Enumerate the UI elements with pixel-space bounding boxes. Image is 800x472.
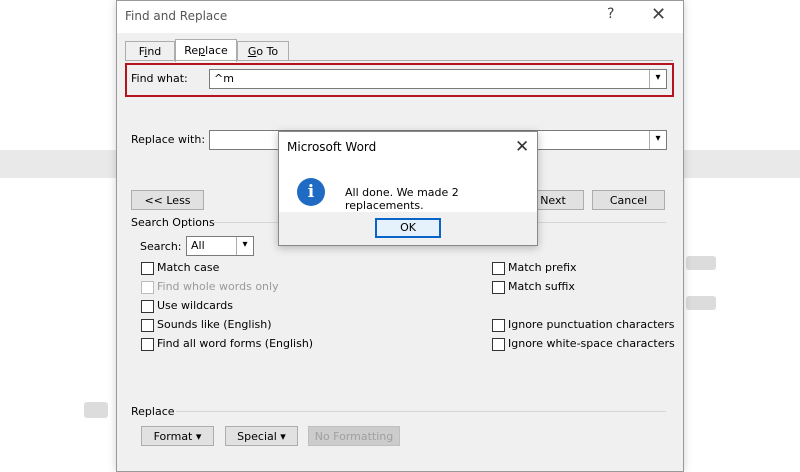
group-divider <box>176 411 666 412</box>
chevron-down-icon[interactable]: ▾ <box>236 237 253 255</box>
checkbox-box[interactable] <box>141 262 154 275</box>
dialog-titlebar: Find and Replace ? ✕ <box>117 1 683 33</box>
less-button[interactable]: << Less <box>131 190 204 210</box>
checkbox-box[interactable] <box>141 319 154 332</box>
message-titlebar: Microsoft Word ✕ <box>279 132 537 162</box>
tab-label: nd <box>147 45 162 58</box>
no-formatting-button: No Formatting <box>308 426 400 446</box>
tab-label: lace <box>205 44 228 57</box>
help-icon[interactable]: ? <box>607 6 614 22</box>
checkbox-box[interactable] <box>492 281 505 294</box>
tab-replace[interactable]: Replace <box>175 39 237 62</box>
checkbox-label: Match case <box>157 261 220 274</box>
background-text <box>686 256 716 270</box>
info-icon: i <box>297 178 325 206</box>
message-title: Microsoft Word <box>287 140 377 154</box>
format-button[interactable]: Format ▾ <box>141 426 214 446</box>
checkbox-box <box>141 281 154 294</box>
tab-label: o To <box>256 45 279 58</box>
dialog-title: Find and Replace <box>125 9 228 23</box>
checkbox-label: Use wildcards <box>157 299 233 312</box>
tab-find[interactable]: Find <box>125 41 175 61</box>
cancel-button[interactable]: Cancel <box>592 190 665 210</box>
ok-button[interactable]: OK <box>375 218 441 238</box>
background-text <box>84 402 108 418</box>
replace-section-title: Replace <box>131 405 175 418</box>
message-body: i All done. We made 2 replacements. <box>279 162 537 212</box>
search-direction-value: All <box>191 239 205 252</box>
replace-with-label: Replace with: <box>131 133 206 146</box>
checkbox-label: Find whole words only <box>157 280 279 293</box>
special-button[interactable]: Special ▾ <box>225 426 298 446</box>
checkbox-label: Ignore white-space characters <box>508 337 675 350</box>
close-icon[interactable]: ✕ <box>515 137 529 157</box>
tab-label: Re <box>184 44 199 57</box>
checkbox-label: Match suffix <box>508 280 575 293</box>
message-text: All done. We made 2 replacements. <box>345 186 459 212</box>
checkbox-label: Sounds like (English) <box>157 318 272 331</box>
search-options-title: Search Options <box>131 216 215 229</box>
checkbox-box[interactable] <box>141 338 154 351</box>
checkbox-box[interactable] <box>492 338 505 351</box>
checkbox-label: Find all word forms (English) <box>157 337 314 350</box>
chevron-down-icon[interactable]: ▾ <box>649 131 666 149</box>
close-icon[interactable]: ✕ <box>651 4 666 25</box>
find-field-highlight <box>125 63 674 97</box>
background-text <box>686 296 716 310</box>
checkbox-box[interactable] <box>492 262 505 275</box>
checkbox-box[interactable] <box>492 319 505 332</box>
search-direction-label: Search: <box>140 240 182 253</box>
tab-goto[interactable]: Go To <box>237 41 289 61</box>
search-direction-select[interactable]: All ▾ <box>186 236 254 256</box>
checkbox-label: Match prefix <box>508 261 577 274</box>
checkbox-box[interactable] <box>141 300 154 313</box>
checkbox-label: Ignore punctuation characters <box>508 318 675 331</box>
message-box: Microsoft Word ✕ i All done. We made 2 r… <box>278 131 538 246</box>
